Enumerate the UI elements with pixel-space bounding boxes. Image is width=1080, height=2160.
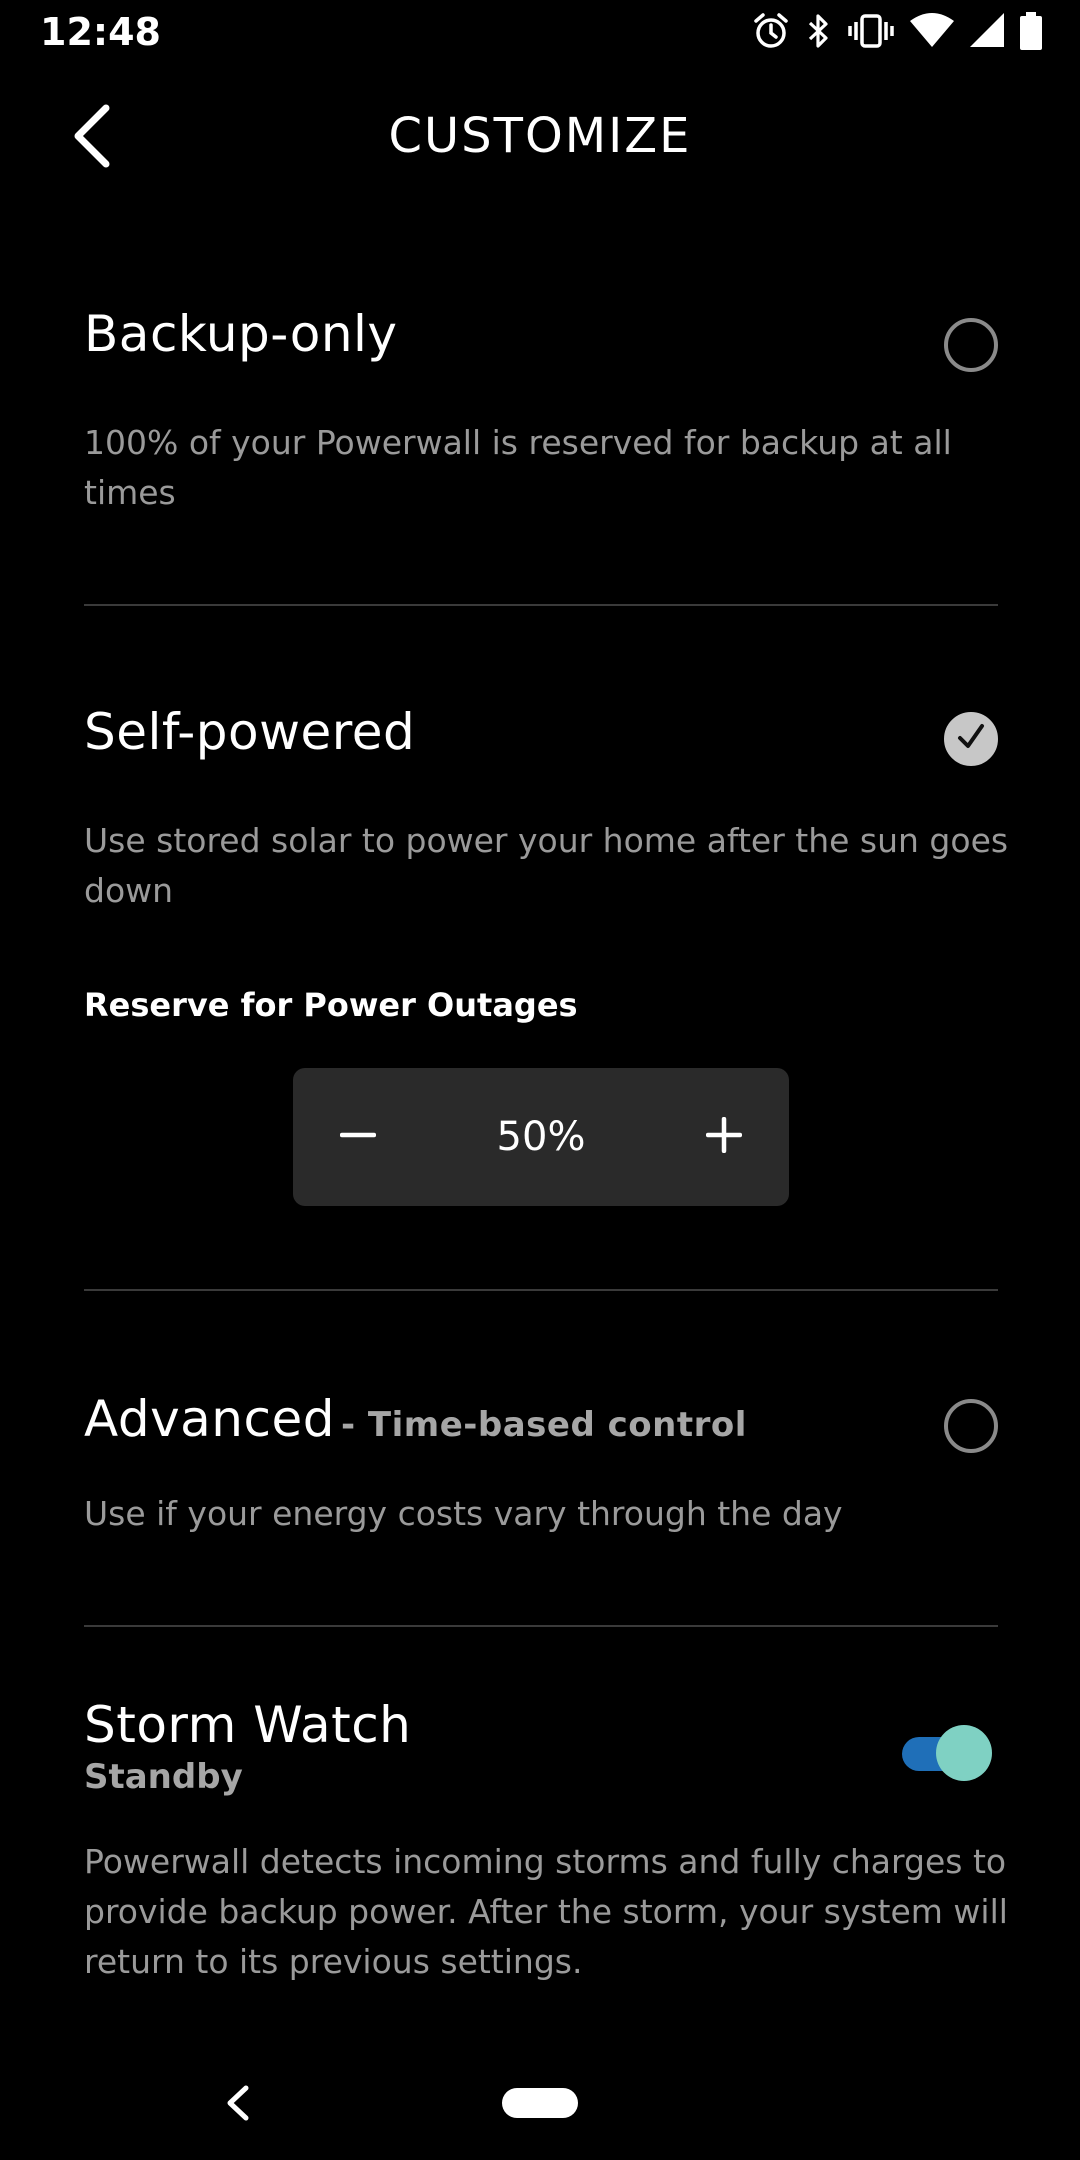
nav-back-icon xyxy=(218,2085,258,2130)
bluetooth-icon xyxy=(806,12,832,50)
top-bar: CUSTOMIZE xyxy=(0,90,1080,180)
vibrate-icon xyxy=(848,12,894,50)
option-self-powered[interactable]: Self-powered Use stored solar to power y… xyxy=(84,606,1008,1289)
system-nav-bar xyxy=(0,2050,1080,2160)
checkmark-icon xyxy=(954,720,988,758)
reserve-value: 50% xyxy=(496,1114,586,1160)
wifi-icon xyxy=(910,13,954,49)
advanced-title: Advanced xyxy=(84,1390,335,1448)
storm-watch-title: Storm Watch xyxy=(84,1696,412,1754)
reserve-stepper: 50% xyxy=(293,1068,789,1206)
option-description: Use stored solar to power your home afte… xyxy=(84,821,1009,910)
option-title: Backup-only xyxy=(84,305,398,363)
status-bar: 12:48 xyxy=(0,0,1080,68)
toggle-knob xyxy=(936,1725,992,1781)
status-time: 12:48 xyxy=(40,10,161,54)
plus-icon xyxy=(705,1116,743,1157)
self-powered-radio[interactable] xyxy=(944,712,998,766)
storm-watch-status: Standby xyxy=(84,1757,243,1797)
option-backup-only[interactable]: Backup-only 100% of your Powerwall is re… xyxy=(84,304,998,604)
nav-back-button[interactable] xyxy=(218,2080,258,2126)
battery-icon xyxy=(1020,12,1042,50)
signal-icon xyxy=(970,13,1004,49)
minus-icon xyxy=(339,1117,377,1157)
advanced-radio[interactable] xyxy=(944,1399,998,1453)
reserve-increase-button[interactable] xyxy=(659,1068,789,1206)
status-icons xyxy=(752,12,1042,50)
storm-watch-description: Powerwall detects incoming storms and fu… xyxy=(84,1842,1008,1981)
option-title: Self-powered xyxy=(84,703,416,761)
option-title: Advanced - Time-based control xyxy=(84,1291,998,1449)
storm-watch-section: Storm Watch Standby Powerwall detects in… xyxy=(84,1627,1008,1987)
option-advanced[interactable]: Advanced - Time-based control Use if your… xyxy=(84,1291,998,1625)
reserve-decrease-button[interactable] xyxy=(293,1068,423,1206)
nav-home-pill[interactable] xyxy=(502,2088,578,2118)
option-description: 100% of your Powerwall is reserved for b… xyxy=(84,423,952,512)
mode-options: Backup-only 100% of your Powerwall is re… xyxy=(84,290,1008,1987)
advanced-subtitle: - Time-based control xyxy=(340,1405,747,1445)
page-title: CUSTOMIZE xyxy=(388,108,692,164)
backup-only-radio[interactable] xyxy=(944,318,998,372)
storm-watch-toggle[interactable] xyxy=(902,1723,992,1783)
option-description: Use if your energy costs vary through th… xyxy=(84,1494,843,1533)
alarm-icon xyxy=(752,12,790,50)
reserve-label: Reserve for Power Outages xyxy=(84,986,578,1024)
